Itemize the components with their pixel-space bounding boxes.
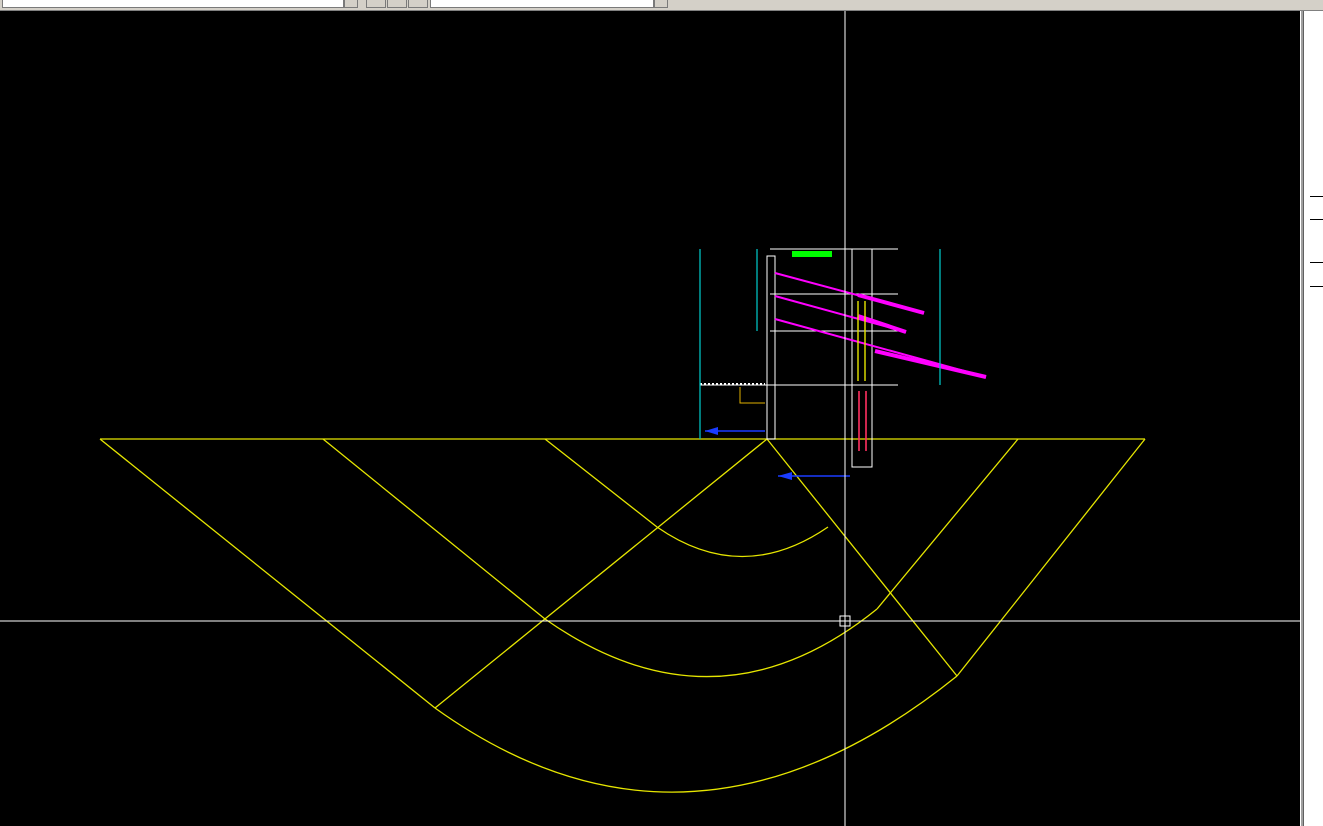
pile bbox=[851, 248, 873, 468]
pile-dot bbox=[865, 391, 867, 451]
anchor-bond bbox=[857, 293, 925, 315]
slip-arc bbox=[656, 526, 829, 558]
side-separator bbox=[1310, 262, 1323, 263]
grass-strip bbox=[792, 251, 832, 257]
slip-arc bbox=[544, 608, 878, 678]
side-panel bbox=[1304, 11, 1323, 826]
pile-dot bbox=[858, 391, 860, 451]
item-combo[interactable] bbox=[2, 0, 344, 8]
toolbar-button-3[interactable] bbox=[408, 0, 428, 8]
pile-fill-lower bbox=[858, 391, 867, 451]
water-arrow bbox=[778, 472, 792, 480]
slip-arc bbox=[434, 675, 958, 793]
item-combo-dropdown[interactable] bbox=[344, 0, 358, 8]
side-separator bbox=[1310, 196, 1323, 197]
view-combo[interactable] bbox=[430, 0, 654, 8]
toolbar-button-1[interactable] bbox=[366, 0, 386, 8]
drawing-svg bbox=[0, 11, 1300, 826]
toolbar-button-2[interactable] bbox=[387, 0, 407, 8]
excavation-step bbox=[739, 387, 765, 404]
pile-dot bbox=[864, 301, 866, 381]
slip-line bbox=[876, 438, 1019, 610]
slip-line bbox=[322, 438, 546, 620]
slip-line bbox=[544, 438, 658, 528]
slip-line bbox=[766, 438, 958, 677]
anchor-bond bbox=[874, 349, 987, 379]
side-separator bbox=[1310, 286, 1323, 287]
slip-lines bbox=[99, 438, 1146, 793]
dimension-lines bbox=[699, 249, 941, 439]
toolbar bbox=[0, 0, 1323, 11]
slip-line bbox=[956, 438, 1146, 677]
retaining-wall bbox=[700, 248, 898, 468]
crosshair-cursor bbox=[0, 11, 1300, 826]
water-level bbox=[705, 430, 850, 477]
water-arrow bbox=[705, 427, 718, 435]
side-separator bbox=[1310, 219, 1323, 220]
slip-line bbox=[434, 438, 768, 709]
drawing-canvas[interactable] bbox=[0, 11, 1300, 826]
anchor-bonds bbox=[857, 293, 987, 379]
view-combo-dropdown[interactable] bbox=[654, 0, 668, 8]
pile-dot bbox=[857, 301, 859, 381]
wall-body bbox=[766, 255, 776, 440]
pile-fill bbox=[857, 301, 866, 381]
slip-line bbox=[99, 438, 436, 709]
